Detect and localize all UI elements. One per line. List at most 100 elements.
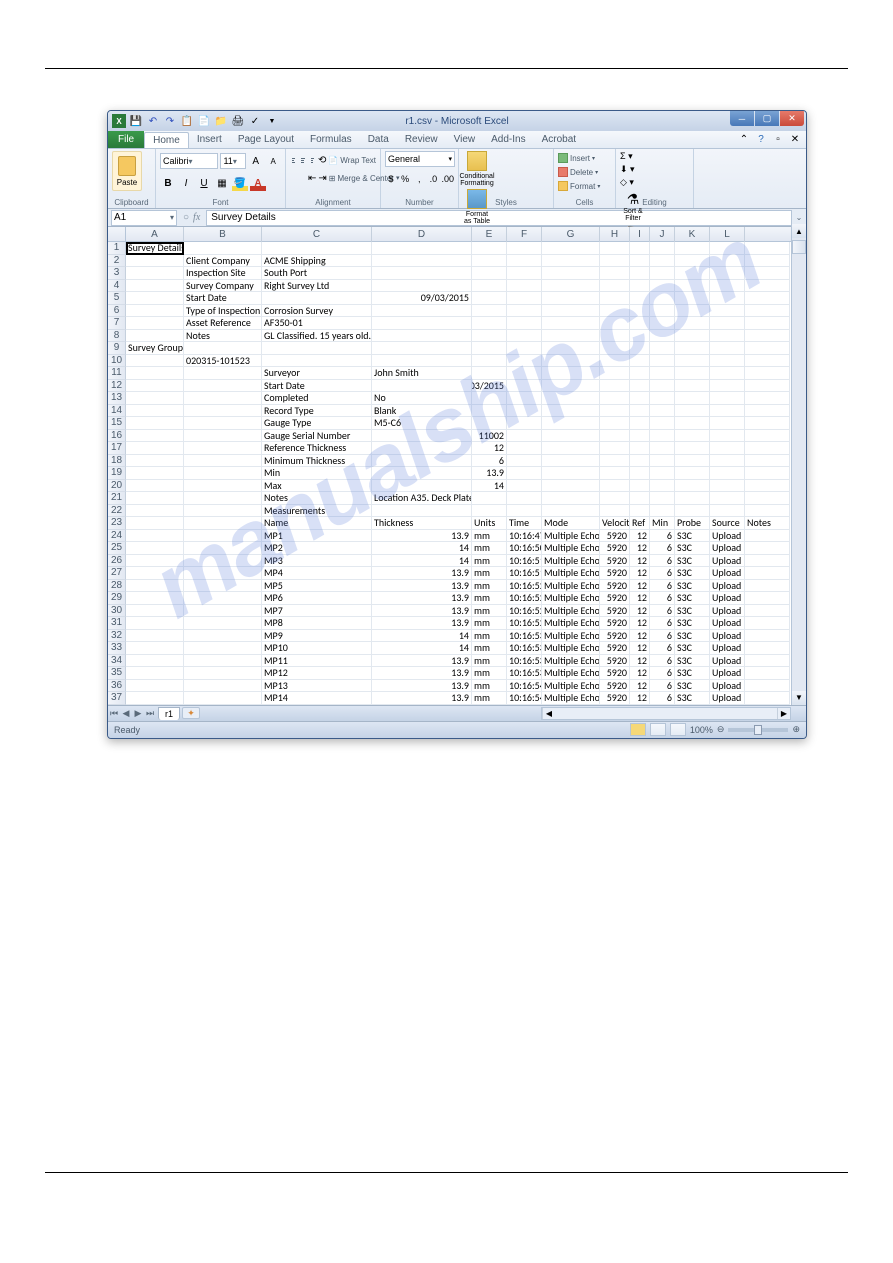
row-header[interactable]: 1 [108, 242, 126, 255]
cell[interactable] [542, 242, 600, 254]
row-header[interactable]: 35 [108, 667, 126, 680]
cell[interactable] [126, 567, 184, 579]
cell[interactable] [650, 330, 675, 342]
cell[interactable]: Upload [710, 530, 745, 542]
cell[interactable]: MP2 [262, 542, 372, 554]
cell[interactable]: Multiple Echo [542, 542, 600, 554]
cell[interactable] [745, 255, 790, 267]
cell[interactable]: S3C [675, 530, 710, 542]
cell[interactable]: Notes [745, 517, 790, 529]
cell[interactable] [126, 392, 184, 404]
cell[interactable] [600, 492, 630, 504]
cell[interactable]: 6 [650, 617, 675, 629]
row-header[interactable]: 25 [108, 542, 126, 555]
cell[interactable]: MP4 [262, 567, 372, 579]
scroll-thumb[interactable] [792, 240, 806, 254]
cell[interactable] [126, 555, 184, 567]
cell[interactable]: MP11 [262, 655, 372, 667]
cell[interactable] [507, 305, 542, 317]
maximize-button[interactable]: ▢ [755, 111, 779, 126]
cell[interactable]: 13.9 [372, 617, 472, 629]
cell[interactable]: 5920 [600, 680, 630, 692]
cell[interactable] [710, 380, 745, 392]
scroll-right-button[interactable]: ▶ [777, 708, 790, 719]
row-header[interactable]: 30 [108, 605, 126, 618]
cell[interactable] [542, 380, 600, 392]
cell[interactable]: Multiple Echo [542, 655, 600, 667]
cell[interactable]: 13.9 [372, 580, 472, 592]
fill-color-button[interactable]: 🪣 [232, 175, 248, 191]
column-header[interactable]: J [650, 227, 675, 242]
cell[interactable]: MP6 [262, 592, 372, 604]
ribbon-tab-insert[interactable]: Insert [189, 132, 230, 148]
cell[interactable] [710, 467, 745, 479]
cell[interactable] [126, 605, 184, 617]
cell[interactable]: mm [472, 592, 507, 604]
cell[interactable]: Thickness [372, 517, 472, 529]
cell[interactable] [675, 330, 710, 342]
cell[interactable]: Location A35. Deck Plate. [372, 492, 472, 504]
cell[interactable] [630, 342, 650, 354]
cell[interactable] [372, 480, 472, 492]
cell[interactable] [600, 255, 630, 267]
cell[interactable] [630, 305, 650, 317]
cell[interactable] [710, 367, 745, 379]
cell[interactable]: 12 [630, 680, 650, 692]
cell[interactable] [600, 380, 630, 392]
cell[interactable]: Asset Reference [184, 317, 262, 329]
cell[interactable]: Multiple Echo [542, 680, 600, 692]
cell[interactable] [184, 517, 262, 529]
row-header[interactable]: 36 [108, 680, 126, 693]
cell[interactable]: Multiple Echo [542, 667, 600, 679]
cell[interactable] [675, 255, 710, 267]
row-header[interactable]: 28 [108, 580, 126, 593]
cell[interactable]: mm [472, 530, 507, 542]
cell[interactable] [675, 430, 710, 442]
cell[interactable] [600, 442, 630, 454]
cell[interactable]: Upload [710, 555, 745, 567]
new-sheet-button[interactable]: ✦ [182, 707, 200, 719]
cell[interactable] [507, 330, 542, 342]
cell[interactable]: S3C [675, 592, 710, 604]
cell[interactable] [472, 367, 507, 379]
cell[interactable]: Corrosion Survey [262, 305, 372, 317]
cell[interactable] [472, 342, 507, 354]
cell[interactable]: Start Date [184, 292, 262, 304]
cell[interactable]: S3C [675, 680, 710, 692]
cell[interactable] [745, 317, 790, 329]
column-header[interactable]: K [675, 227, 710, 242]
cell[interactable]: Upload [710, 592, 745, 604]
cell[interactable] [472, 317, 507, 329]
cell[interactable] [184, 367, 262, 379]
cell[interactable] [126, 292, 184, 304]
cell[interactable] [745, 267, 790, 279]
cell[interactable]: Multiple Echo [542, 642, 600, 654]
cell[interactable]: 12 [472, 442, 507, 454]
cell[interactable]: 10:16:52 [507, 617, 542, 629]
cell[interactable] [126, 680, 184, 692]
cell[interactable]: Velocity [600, 517, 630, 529]
row-header[interactable]: 37 [108, 692, 126, 705]
scroll-up-button[interactable]: ▲ [792, 224, 806, 238]
cell[interactable]: Inspection Site [184, 267, 262, 279]
cell[interactable] [710, 480, 745, 492]
cell[interactable] [184, 342, 262, 354]
cell[interactable]: Min [650, 517, 675, 529]
cell[interactable] [126, 642, 184, 654]
cell[interactable] [126, 355, 184, 367]
cell[interactable]: 12 [630, 592, 650, 604]
cell[interactable] [745, 417, 790, 429]
cell[interactable] [600, 480, 630, 492]
orientation-button[interactable]: ⟲ [318, 155, 326, 166]
cell[interactable] [507, 255, 542, 267]
cell[interactable]: 6 [650, 692, 675, 704]
cell[interactable] [372, 242, 472, 254]
delete-button[interactable]: Delete▾ [558, 165, 611, 179]
cell[interactable]: 5920 [600, 617, 630, 629]
cell[interactable] [126, 317, 184, 329]
cell[interactable]: 13.9 [372, 680, 472, 692]
cell[interactable]: mm [472, 692, 507, 704]
cell[interactable] [372, 330, 472, 342]
cell[interactable] [600, 342, 630, 354]
row-header[interactable]: 13 [108, 392, 126, 405]
